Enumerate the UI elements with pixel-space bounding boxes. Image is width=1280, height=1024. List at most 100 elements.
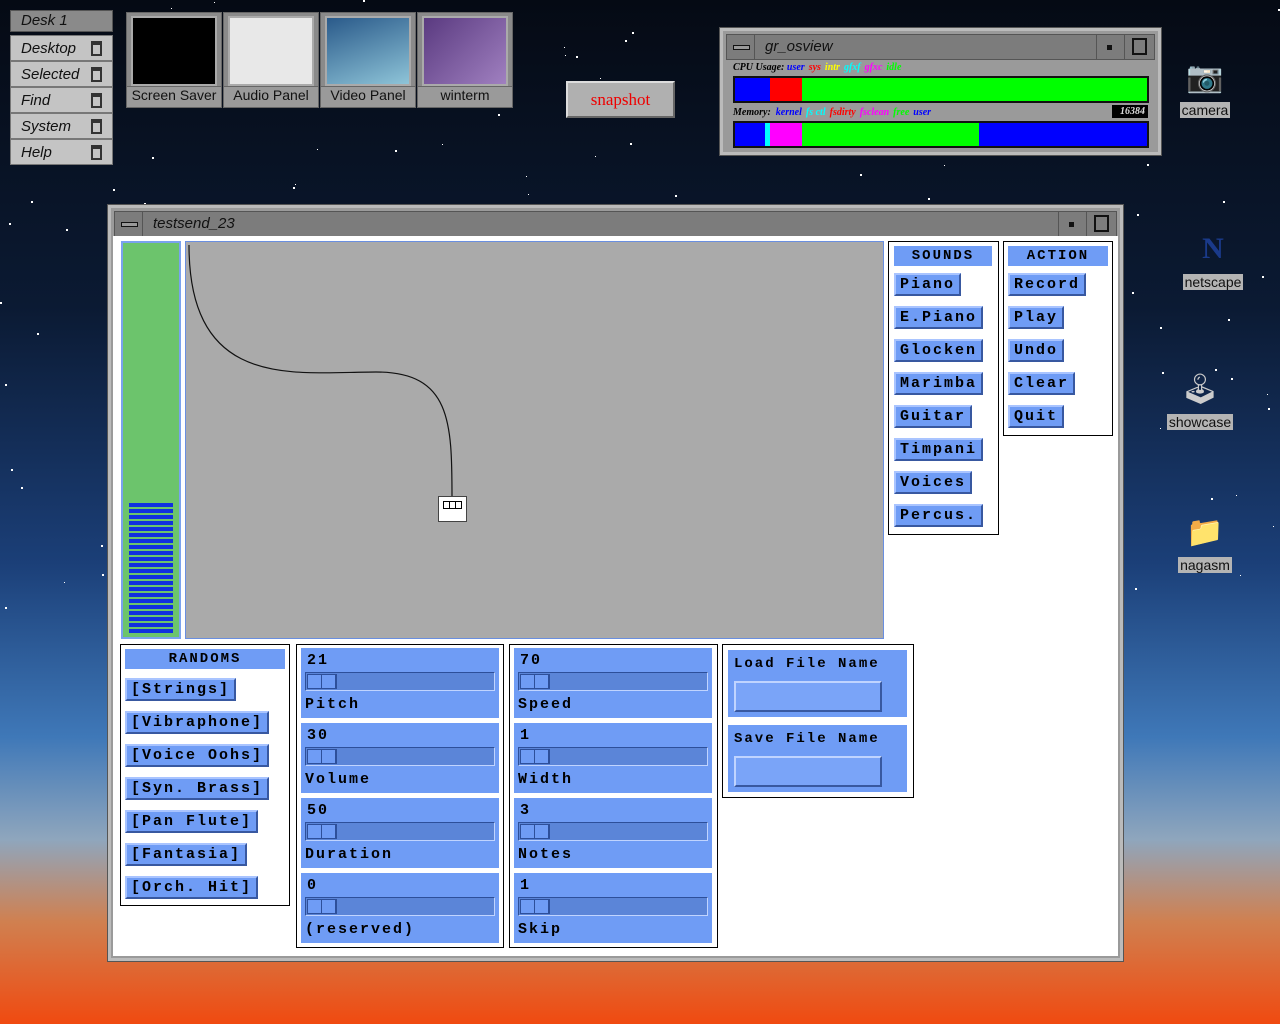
drawer-icon	[91, 41, 102, 56]
save-file-input[interactable]	[734, 756, 882, 787]
button-marimba[interactable]: Marimba	[894, 372, 984, 395]
slider-track[interactable]	[518, 747, 708, 766]
drawing-canvas[interactable]	[185, 241, 884, 639]
button-voices[interactable]: Voices	[894, 471, 973, 494]
icon-label: showcase	[1166, 414, 1234, 430]
button-record[interactable]: Record	[1008, 273, 1087, 296]
memory-label: Memory:	[733, 107, 771, 118]
button-syn-brass[interactable]: [Syn. Brass]	[125, 777, 270, 800]
level-bar	[129, 623, 173, 627]
star	[528, 193, 530, 195]
button-play[interactable]: Play	[1008, 306, 1065, 329]
desk-menu-desktop[interactable]: Desktop	[10, 35, 113, 61]
title-bar[interactable]: gr_osview	[726, 34, 1155, 60]
desk-title[interactable]: Desk 1	[10, 10, 113, 32]
window-menu-button[interactable]	[727, 35, 755, 59]
button-quit[interactable]: Quit	[1008, 405, 1065, 428]
slider-track[interactable]	[305, 897, 495, 916]
desktop-icon-netscape[interactable]: Nnetscape	[1173, 232, 1253, 290]
level-bar	[129, 593, 173, 597]
slider-track[interactable]	[518, 822, 708, 841]
desk-menu-help[interactable]: Help	[10, 139, 113, 165]
keyboard-cursor-icon[interactable]	[438, 496, 467, 522]
sliders-right-panel: 70 Speed 1 Width 3 Notes 1 Skip	[509, 644, 718, 948]
star	[171, 7, 173, 9]
level-bar	[129, 611, 173, 615]
button-orch-hit[interactable]: [Orch. Hit]	[125, 876, 259, 899]
slider-thumb[interactable]	[520, 749, 550, 764]
legend-item: kernel	[775, 107, 802, 118]
slider-value: 0	[307, 877, 319, 894]
maximize-button[interactable]	[1124, 35, 1154, 59]
slider-thumb[interactable]	[307, 749, 337, 764]
star	[1210, 497, 1213, 500]
button-clear[interactable]: Clear	[1008, 372, 1076, 395]
slider-thumb[interactable]	[520, 824, 550, 839]
button-pan-flute[interactable]: [Pan Flute]	[125, 810, 259, 833]
window-menu-button[interactable]	[115, 212, 143, 236]
star	[675, 195, 678, 198]
slider-thumb[interactable]	[307, 899, 337, 914]
slider-thumb[interactable]	[520, 899, 550, 914]
slider-thumb[interactable]	[307, 674, 337, 689]
slider-width: 1 Width	[514, 723, 712, 793]
legend-item: fsclean	[859, 107, 890, 118]
launcher-audio-panel[interactable]: Audio Panel	[223, 12, 319, 108]
button-piano[interactable]: Piano	[894, 273, 962, 296]
slider-track[interactable]	[305, 672, 495, 691]
level-bar	[129, 503, 173, 507]
slider-thumb[interactable]	[307, 824, 337, 839]
star	[100, 544, 103, 547]
showcase-icon: 🕹	[1180, 373, 1220, 406]
window-title: gr_osview	[765, 38, 833, 55]
slider-label: Pitch	[305, 696, 361, 713]
button-e-piano[interactable]: E.Piano	[894, 306, 984, 329]
memory-segment	[770, 123, 803, 146]
star	[629, 142, 632, 145]
thumbnail-icon	[228, 16, 314, 86]
desktop-icon-nagasm[interactable]: 📁 nagasm	[1165, 515, 1245, 573]
desk-menu-find[interactable]: Find	[10, 87, 113, 113]
level-bar	[129, 539, 173, 543]
title-bar[interactable]: testsend_23	[114, 211, 1117, 237]
desk-menu-system[interactable]: System	[10, 113, 113, 139]
slider-track[interactable]	[305, 747, 495, 766]
minimize-button[interactable]	[1058, 212, 1084, 236]
launcher-winterm[interactable]: winterm	[417, 12, 513, 108]
button-vibraphone[interactable]: [Vibraphone]	[125, 711, 270, 734]
sliders-left-panel: 21 Pitch 30 Volume 50 Duration 0 (reserved)	[296, 644, 504, 948]
minimize-button[interactable]	[1096, 35, 1122, 59]
slider-track[interactable]	[518, 897, 708, 916]
desktop-icon-showcase[interactable]: 🕹 showcase	[1160, 372, 1240, 430]
osview-window: gr_osview CPU Usage: user sys intr gfxf gfxc…	[719, 27, 1162, 156]
slider-value: 1	[520, 727, 532, 744]
slider-thumb[interactable]	[520, 674, 550, 689]
maximize-button[interactable]	[1086, 212, 1116, 236]
button-glocken[interactable]: Glocken	[894, 339, 984, 362]
button-percus[interactable]: Percus.	[894, 504, 984, 527]
snapshot-button[interactable]: snapshot	[566, 81, 675, 118]
slider-label: Speed	[518, 696, 574, 713]
load-file-input[interactable]	[734, 681, 882, 712]
button-strings[interactable]: [Strings]	[125, 678, 237, 701]
button-guitar[interactable]: Guitar	[894, 405, 973, 428]
camera-icon: 📷	[1186, 61, 1224, 94]
button-timpani[interactable]: Timpani	[894, 438, 984, 461]
legend-item: free	[893, 107, 910, 118]
desktop-icon-camera[interactable]: 📷 camera	[1165, 60, 1245, 118]
star	[943, 165, 945, 167]
button-voice-oohs[interactable]: [Voice Oohs]	[125, 744, 270, 767]
memory-segment	[802, 123, 979, 146]
level-meter	[121, 241, 181, 639]
launcher-screen-saver[interactable]: Screen Saver	[126, 12, 222, 108]
slider-track[interactable]	[305, 822, 495, 841]
button-undo[interactable]: Undo	[1008, 339, 1065, 362]
button-fantasia[interactable]: [Fantasia]	[125, 843, 248, 866]
launcher-video-panel[interactable]: Video Panel	[320, 12, 416, 108]
legend-item: user	[786, 62, 805, 73]
level-bar	[129, 509, 173, 513]
desk-menu-selected[interactable]: Selected	[10, 61, 113, 87]
curve	[188, 244, 453, 499]
slider-track[interactable]	[518, 672, 708, 691]
level-bar	[129, 581, 173, 585]
